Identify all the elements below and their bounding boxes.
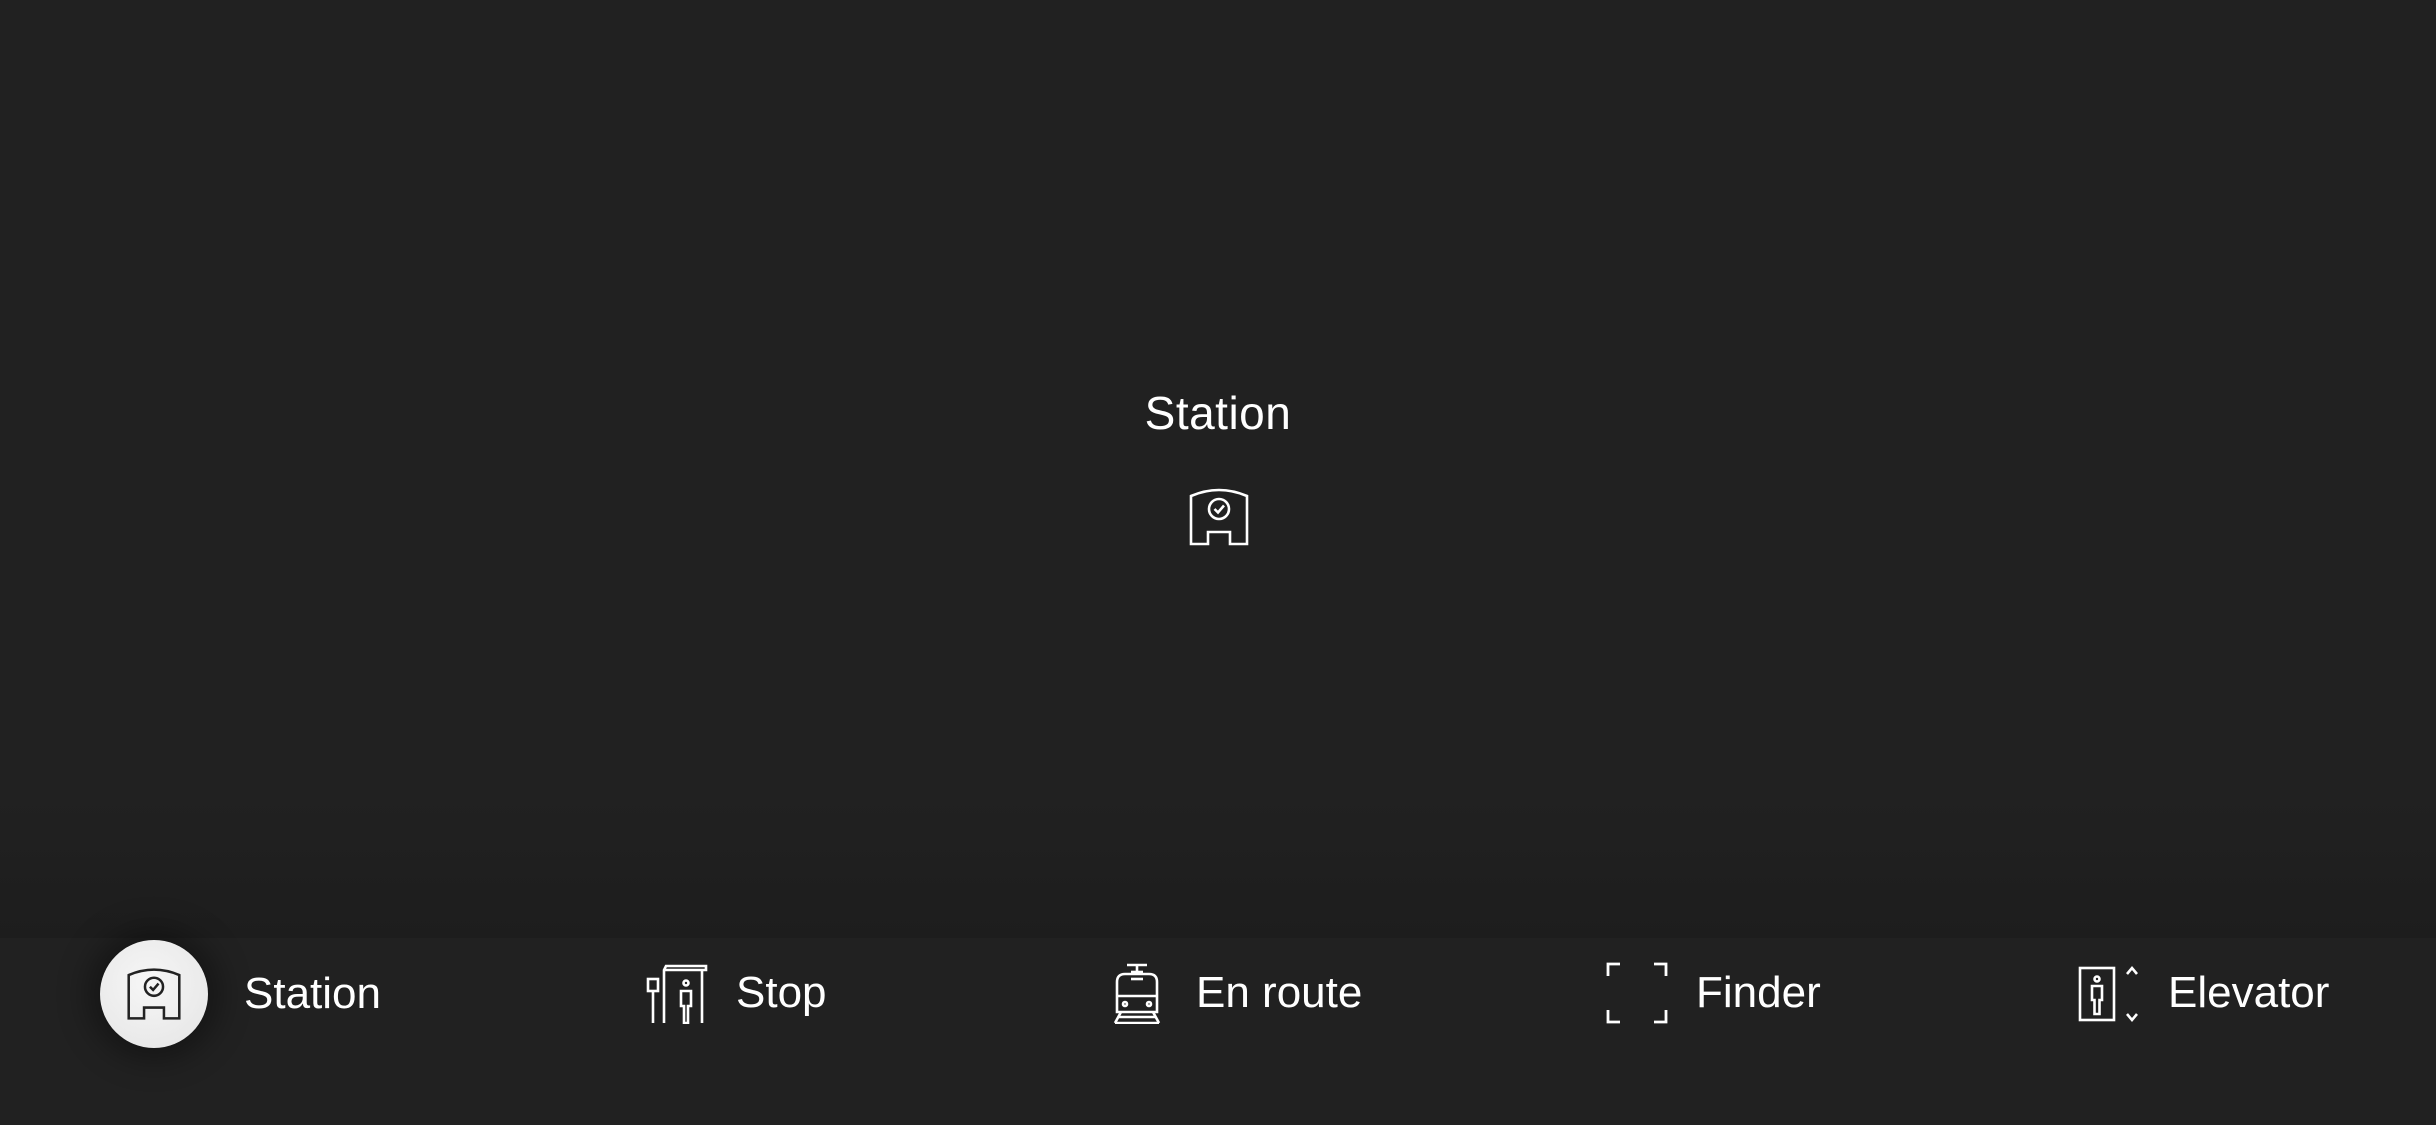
viewfinder-icon: [1606, 962, 1668, 1024]
tab-en-route[interactable]: En route: [1106, 938, 1362, 1048]
page-title: Station: [1144, 387, 1292, 439]
tab-label-station: Station: [244, 969, 381, 1018]
tab-finder[interactable]: Finder: [1606, 938, 1821, 1048]
tab-label-stop: Stop: [736, 968, 827, 1017]
elevator-icon: [2078, 965, 2138, 1023]
tab-label-finder: Finder: [1696, 968, 1821, 1017]
enroute-icon-wrap: [1106, 962, 1168, 1024]
finder-icon-wrap: [1606, 962, 1668, 1024]
stop-shelter-icon: [646, 964, 708, 1024]
tab-stop[interactable]: Stop: [646, 938, 827, 1048]
app-screen: Station Station Stop En route Finder Ele…: [0, 0, 2436, 1125]
selected-indicator: [100, 940, 208, 1048]
tab-label-en-route: En route: [1196, 968, 1363, 1017]
station-clock-icon: [1189, 488, 1249, 546]
tram-icon: [1113, 963, 1161, 1024]
stop-icon-wrap: [646, 962, 708, 1024]
tab-station[interactable]: Station: [100, 939, 381, 1049]
tab-bar: Station Stop En route Finder Elevator: [0, 938, 2436, 1125]
elevator-icon-wrap: [2078, 962, 2140, 1024]
tab-label-elevator: Elevator: [2168, 968, 2330, 1017]
station-clock-icon: [127, 968, 181, 1020]
main-content: Station: [0, 0, 2436, 938]
tab-elevator[interactable]: Elevator: [2078, 938, 2329, 1048]
